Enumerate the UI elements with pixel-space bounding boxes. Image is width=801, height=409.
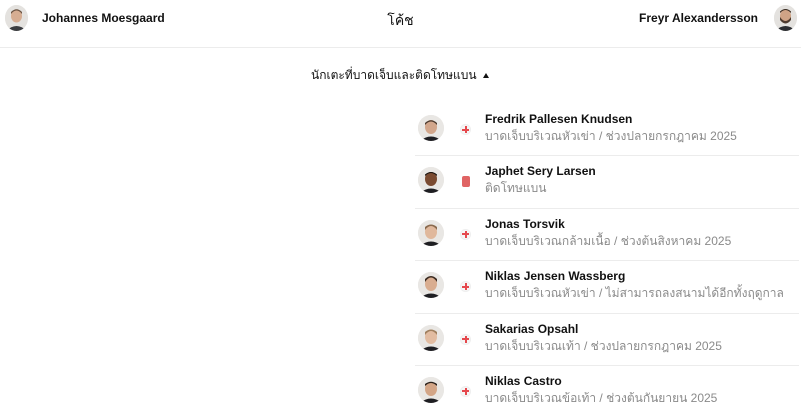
player-name: Fredrik Pallesen Knudsen xyxy=(485,112,633,126)
injured-suspended-list: Fredrik Pallesen Knudsen บาดเจ็บบริเวณหั… xyxy=(415,104,799,409)
player-name: Jonas Torsvik xyxy=(485,216,565,231)
list-item[interactable]: Niklas Jensen Wassberg บาดเจ็บบริเวณหัวเ… xyxy=(415,261,799,314)
list-item[interactable]: Niklas Castro บาดเจ็บบริเวณข้อเท้า / ช่ว… xyxy=(415,366,799,409)
avatar xyxy=(774,5,797,31)
away-coach[interactable]: Freyr Alexandersson xyxy=(639,5,797,31)
player-name: Sakarias Opsahl xyxy=(485,321,579,336)
player-name: Niklas Castro xyxy=(485,373,562,388)
coaches-row: Johannes Moesgaard โค้ช Freyr Alexanders… xyxy=(0,0,801,48)
red-card-icon xyxy=(462,176,470,188)
injury-icon xyxy=(460,228,471,240)
injury-icon xyxy=(460,385,471,397)
avatar xyxy=(418,376,444,403)
caret-up-icon xyxy=(482,72,489,78)
injury-icon xyxy=(460,124,471,135)
player-status-detail: บาดเจ็บบริเวณหัวเข่า / ช่วงปลายกรกฎาคม 2… xyxy=(485,129,737,143)
avatar xyxy=(418,272,444,299)
injuries-suspensions-toggle[interactable]: นักเตะที่บาดเจ็บและติดโทษแบน xyxy=(311,66,489,85)
player-name: Japhet Sery Larsen xyxy=(485,164,596,179)
avatar xyxy=(418,324,444,351)
list-item[interactable]: Fredrik Pallesen Knudsen บาดเจ็บบริเวณหั… xyxy=(415,104,799,157)
player-status-detail: บาดเจ็บบริเวณข้อเท้า / ช่วงต้นกันยายน 20… xyxy=(485,390,718,405)
list-item[interactable]: Jonas Torsvik บาดเจ็บบริเวณกล้ามเนื้อ / … xyxy=(415,209,799,262)
player-status-detail: บาดเจ็บบริเวณเท้า / ช่วงปลายกรกฎาคม 2025 xyxy=(485,338,722,353)
player-status-detail: บาดเจ็บบริเวณกล้ามเนื้อ / ช่วงต้นสิงหาคม… xyxy=(485,233,732,248)
away-coach-name: Freyr Alexandersson xyxy=(639,11,758,25)
injury-icon xyxy=(460,333,471,345)
avatar xyxy=(418,167,444,194)
list-item[interactable]: Japhet Sery Larsen ติดโทษแบน xyxy=(415,156,799,209)
avatar xyxy=(418,219,444,246)
avatar xyxy=(418,115,444,141)
injury-icon xyxy=(460,281,471,293)
section-title: นักเตะที่บาดเจ็บและติดโทษแบน xyxy=(311,68,477,82)
player-status-detail: ติดโทษแบน xyxy=(485,181,547,196)
player-name: Niklas Jensen Wassberg xyxy=(485,269,626,284)
list-item[interactable]: Sakarias Opsahl บาดเจ็บบริเวณเท้า / ช่วง… xyxy=(415,314,799,366)
player-status-detail: บาดเจ็บบริเวณหัวเข่า / ไม่สามารถลงสนามได… xyxy=(485,286,784,301)
